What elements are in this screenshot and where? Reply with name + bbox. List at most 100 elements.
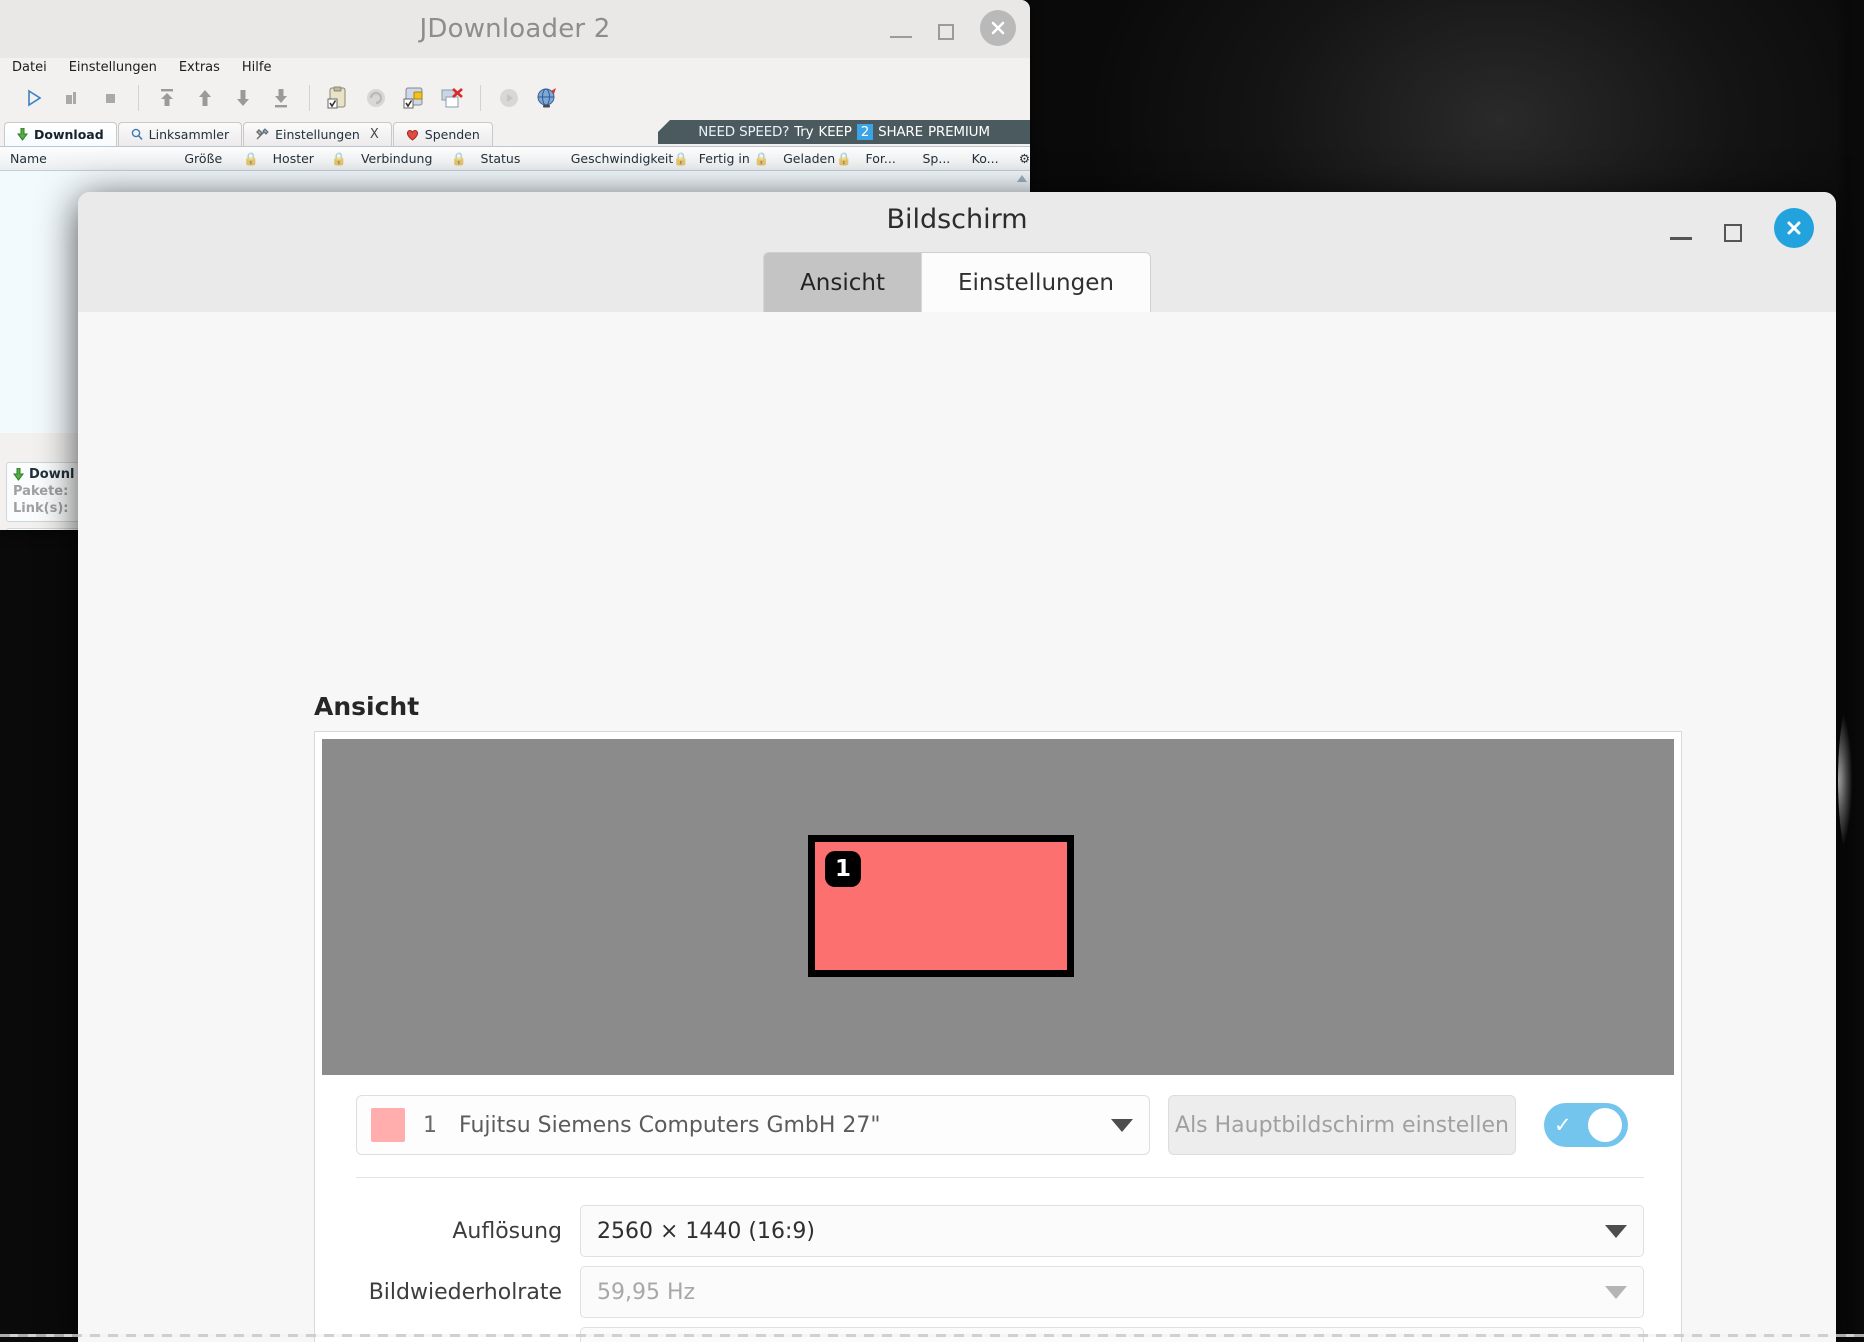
col-label: Status xyxy=(480,151,521,166)
chevron-down-icon[interactable] xyxy=(1605,1224,1627,1238)
chevron-down-icon[interactable] xyxy=(1605,1285,1627,1299)
col-groesse[interactable]: Größe 🔒 xyxy=(174,147,262,170)
status-label: Link(s): xyxy=(13,501,69,516)
refresh-icon[interactable] xyxy=(495,84,523,112)
gear-icon[interactable]: ⚙ xyxy=(1019,151,1030,166)
tab-ansicht[interactable]: Ansicht xyxy=(764,253,922,312)
col-fertigin[interactable]: Fertig in 🔒 xyxy=(689,147,773,170)
col-verbindung[interactable]: Verbindung 🔒 xyxy=(351,147,471,170)
refresh-rate-select[interactable]: 59,95 Hz xyxy=(580,1266,1644,1318)
col-geschwindigkeit[interactable]: Geschwindigkeit 🔒 xyxy=(561,147,689,170)
dialog-tabbar[interactable]: Ansicht Einstellungen xyxy=(763,252,1151,312)
tab-linksammler[interactable]: Linksammler xyxy=(117,122,243,146)
download-arrow-icon xyxy=(13,468,24,481)
jdownloader-title: JDownloader 2 xyxy=(419,14,611,44)
clipboard-watch-icon[interactable] xyxy=(324,84,352,112)
col-name[interactable]: Name xyxy=(0,147,174,170)
toggle-knob xyxy=(1588,1108,1622,1142)
display-enable-toggle[interactable]: ✓ xyxy=(1544,1103,1628,1147)
lock-icon: 🔒 xyxy=(243,150,259,166)
col-sp[interactable]: Sp... xyxy=(912,147,961,170)
promo-share: SHARE xyxy=(878,124,923,140)
menu-extras[interactable]: Extras xyxy=(179,60,220,78)
remove-links-icon[interactable] xyxy=(438,84,466,112)
promo-try: Try xyxy=(794,124,814,140)
refresh-rate-label: Bildwiederholrate xyxy=(368,1279,562,1305)
tab-label: Linksammler xyxy=(148,127,230,142)
menu-datei[interactable]: Datei xyxy=(12,60,47,78)
toolbar-move-group xyxy=(139,84,309,112)
close-icon[interactable] xyxy=(1774,208,1814,248)
toolbar-playback-group xyxy=(6,84,138,112)
minimize-icon[interactable] xyxy=(1670,236,1692,240)
monitor-name: Fujitsu Siemens Computers GmbH 27" xyxy=(459,1112,881,1138)
tab-einstellungen[interactable]: Einstellungen X xyxy=(243,122,392,146)
close-icon[interactable] xyxy=(980,10,1016,46)
download-arrow-icon xyxy=(17,128,28,141)
col-label: Fertig in xyxy=(698,151,750,166)
col-label: Sp... xyxy=(922,151,951,166)
clipboard-lock-icon[interactable] xyxy=(400,84,428,112)
monitor-selection-row: 1 Fujitsu Siemens Computers GmbH 27" Als… xyxy=(356,1095,1646,1155)
jdownloader-toolbar[interactable] xyxy=(0,78,1030,118)
monitor-select[interactable]: 1 Fujitsu Siemens Computers GmbH 27" xyxy=(356,1095,1150,1155)
col-label: Hoster xyxy=(272,151,314,166)
lock-icon: 🔒 xyxy=(673,150,689,166)
promo-two: 2 xyxy=(856,124,874,140)
pause-icon[interactable] xyxy=(58,84,86,112)
check-icon: ✓ xyxy=(1554,1112,1572,1137)
globe-icon[interactable] xyxy=(533,84,561,112)
tab-label: Spenden xyxy=(424,127,480,142)
monitor-color-swatch xyxy=(371,1108,405,1142)
col-geladen[interactable]: Geladen 🔒 xyxy=(773,147,855,170)
menu-einstellungen[interactable]: Einstellungen xyxy=(69,60,157,78)
stop-icon[interactable] xyxy=(96,84,124,112)
col-label: Geladen xyxy=(783,151,836,166)
move-to-bottom-icon[interactable] xyxy=(267,84,295,112)
move-up-icon[interactable] xyxy=(191,84,219,112)
jdownloader-menubar[interactable]: Datei Einstellungen Extras Hilfe xyxy=(0,58,1030,78)
lock-icon: 🔒 xyxy=(331,150,347,166)
download-table-header[interactable]: Name Größe 🔒 Hoster 🔒 Verbindung 🔒 Status G… xyxy=(0,147,1030,171)
jdownloader-titlebar[interactable]: JDownloader 2 xyxy=(0,0,1030,58)
desktop-right-strip xyxy=(1836,0,1864,1342)
move-to-top-icon[interactable] xyxy=(153,84,181,112)
section-divider xyxy=(356,1177,1644,1178)
maximize-icon[interactable] xyxy=(938,24,954,40)
promo-keep: KEEP xyxy=(818,124,852,140)
monitor-preview-area[interactable]: 1 xyxy=(322,739,1674,1075)
tab-einstellungen[interactable]: Einstellungen xyxy=(921,253,1150,312)
jdownloader-tabbar[interactable]: Download Linksammler Einstellungen X Spe… xyxy=(0,118,1030,146)
refresh-rate-row: Bildwiederholrate 59,95 Hz xyxy=(356,1266,1644,1318)
display-settings-dialog[interactable]: Bildschirm Ansicht Einstellungen Ansicht xyxy=(78,192,1836,1342)
promo-banner[interactable]: NEED SPEED? Try KEEP 2 SHARE PREMIUM xyxy=(658,120,1030,144)
resolution-select[interactable]: 2560 × 1440 (16:9) xyxy=(580,1205,1644,1257)
dialog-titlebar[interactable]: Bildschirm Ansicht Einstellungen xyxy=(78,192,1836,312)
move-down-icon[interactable] xyxy=(229,84,257,112)
screen-bottom-edge xyxy=(0,1334,1864,1337)
play-icon[interactable] xyxy=(20,84,48,112)
reconnect-icon[interactable] xyxy=(362,84,390,112)
col-format[interactable]: For... xyxy=(856,147,913,170)
menu-hilfe[interactable]: Hilfe xyxy=(242,60,272,78)
col-settings[interactable]: ⚙ xyxy=(1009,147,1030,170)
set-primary-display-button[interactable]: Als Hauptbildschirm einstellen xyxy=(1168,1095,1516,1155)
wrench-icon xyxy=(256,128,269,140)
col-status[interactable]: Status xyxy=(471,147,561,170)
tab-download[interactable]: Download xyxy=(4,122,117,146)
resolution-row: Auflösung 2560 × 1440 (16:9) xyxy=(356,1205,1644,1257)
tab-close-icon[interactable]: X xyxy=(370,127,379,142)
monitor-rect-1[interactable]: 1 xyxy=(808,835,1074,977)
lock-icon: 🔒 xyxy=(450,150,467,166)
status-label: Pakete: xyxy=(13,484,69,499)
col-label: Ko... xyxy=(971,151,999,166)
tab-spenden[interactable]: Spenden xyxy=(392,122,493,146)
maximize-icon[interactable] xyxy=(1724,224,1742,242)
dialog-body: Ansicht 1 1 Fujitsu Siemens Computers Gm… xyxy=(78,312,1836,1342)
minimize-icon[interactable] xyxy=(890,36,912,38)
col-ko[interactable]: Ko... xyxy=(962,147,1009,170)
status-title: Downl xyxy=(29,467,75,482)
chevron-down-icon[interactable] xyxy=(1111,1118,1133,1132)
col-hoster[interactable]: Hoster 🔒 xyxy=(263,147,351,170)
lock-icon: 🔒 xyxy=(835,150,852,166)
